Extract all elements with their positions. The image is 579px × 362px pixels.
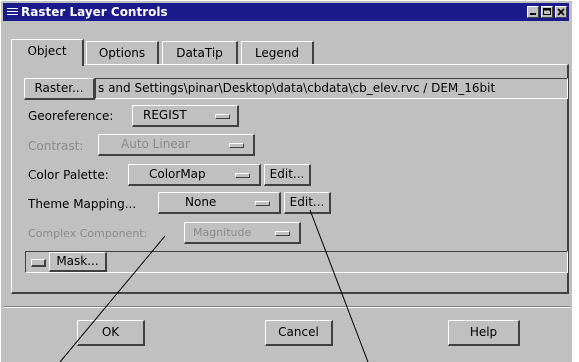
complex-component-value: Magnitude <box>193 226 252 239</box>
title-bar[interactable]: Raster Layer Controls <box>3 3 569 21</box>
contrast-value: Auto Linear <box>121 137 190 151</box>
maximize-button[interactable] <box>541 6 553 18</box>
color-palette-select[interactable]: ColorMap <box>128 164 261 186</box>
contrast-label: Contrast: <box>28 139 84 153</box>
option-menu-icon <box>275 231 290 236</box>
system-menu-icon[interactable] <box>7 8 18 16</box>
georeference-value: REGIST <box>143 108 187 122</box>
tab-object[interactable]: Object <box>11 39 84 66</box>
minimize-button[interactable] <box>527 6 539 18</box>
contrast-select: Auto Linear <box>98 134 255 156</box>
tab-legend[interactable]: Legend <box>241 41 314 65</box>
close-icon <box>557 8 565 16</box>
complex-component-label: Complex Component: <box>28 227 148 240</box>
minimize-icon <box>530 13 536 15</box>
raster-layer-controls-window: Raster Layer Controls Object Options Dat… <box>0 0 572 362</box>
divider <box>4 306 570 308</box>
option-menu-icon <box>255 201 270 206</box>
close-button[interactable] <box>555 6 567 18</box>
cancel-button[interactable]: Cancel <box>265 320 333 346</box>
option-menu-icon <box>229 143 244 148</box>
color-palette-edit-button[interactable]: Edit... <box>264 164 311 186</box>
color-palette-label: Color Palette: <box>28 168 109 182</box>
mask-toggle[interactable] <box>31 259 46 267</box>
option-menu-icon <box>215 114 230 119</box>
tab-datatip-label: DataTip <box>176 46 223 60</box>
theme-mapping-value: None <box>185 195 217 209</box>
tab-object-label: Object <box>27 44 67 58</box>
raster-path-field[interactable]: s and Settings\pinar\Desktop\data\cbdata… <box>95 78 568 99</box>
georeference-select[interactable]: REGIST <box>132 105 239 127</box>
tab-datatip[interactable]: DataTip <box>162 41 238 65</box>
theme-mapping-select[interactable]: None <box>158 192 281 214</box>
georeference-label: Georeference: <box>28 109 114 123</box>
maximize-icon <box>543 8 551 15</box>
ok-button[interactable]: OK <box>77 320 145 346</box>
color-palette-value: ColorMap <box>149 167 206 181</box>
option-menu-icon <box>235 173 250 178</box>
theme-mapping-label[interactable]: Theme Mapping... <box>28 197 136 211</box>
tab-options[interactable]: Options <box>86 41 159 65</box>
tab-legend-label: Legend <box>254 46 300 60</box>
mask-button[interactable]: Mask... <box>49 252 107 272</box>
window-title: Raster Layer Controls <box>21 5 168 19</box>
tab-options-label: Options <box>98 46 146 60</box>
complex-component-select: Magnitude <box>184 222 301 244</box>
help-button[interactable]: Help <box>448 320 520 346</box>
theme-mapping-edit-button[interactable]: Edit... <box>284 192 331 214</box>
raster-button[interactable]: Raster... <box>24 78 95 100</box>
